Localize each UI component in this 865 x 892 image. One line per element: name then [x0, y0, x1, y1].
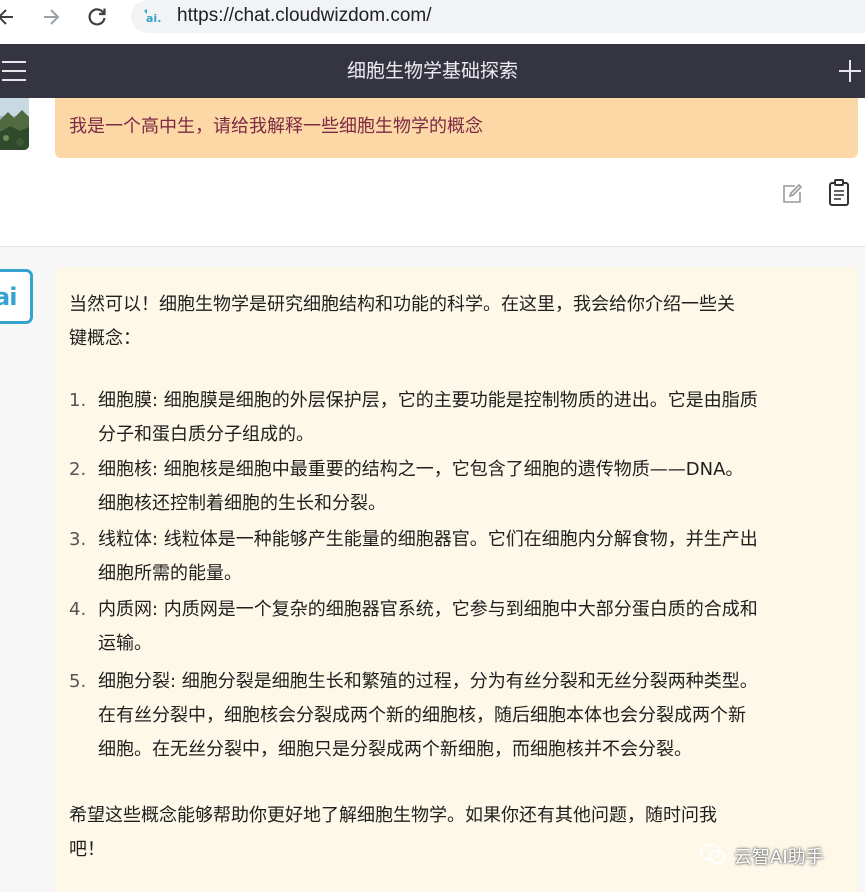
list-number: 3.	[69, 529, 87, 550]
svg-text:ai.: ai.	[146, 12, 161, 24]
list-item-line: 细胞核还控制着细胞的生长和分裂。	[98, 493, 386, 514]
list-item-line: 运输。	[98, 633, 152, 654]
list-item: 3. 线粒体: 线粒体是一种能够产生能量的细胞器官。它们在细胞内分解食物，并生产…	[69, 523, 849, 591]
list-item-line: 内质网: 内质网是一个复杂的细胞器官系统，它参与到细胞中大部分蛋白质的合成和	[98, 599, 758, 620]
assistant-message-bubble: 当然可以！细胞生物学是研究细胞结构和功能的科学。在这里，我会给你介绍一些关 键概…	[55, 267, 858, 892]
list-item: 5. 细胞分裂: 细胞分裂是细胞生长和繁殖的过程，分为有丝分裂和无丝分裂两种类型…	[69, 665, 849, 767]
list-number: 4.	[69, 599, 87, 620]
list-item-line: 细胞。在无丝分裂中，细胞只是分裂成两个新细胞，而细胞核并不会分裂。	[98, 739, 692, 760]
assistant-avatar: ai	[0, 269, 33, 324]
intro-line: 键概念：	[69, 328, 141, 349]
forward-icon[interactable]	[37, 3, 65, 31]
wechat-icon	[700, 843, 726, 870]
user-message-bubble: 我是一个高中生，请给我解释一些细胞生物学的概念	[55, 98, 858, 158]
list-number: 2.	[69, 459, 87, 480]
outro-line: 希望这些概念能够帮助你更好地了解细胞生物学。如果你还有其他问题，随时问我	[69, 805, 717, 826]
list-number: 1.	[69, 390, 87, 411]
address-bar[interactable]: ai. https://chat.cloudwizdom.com/	[131, 0, 865, 33]
chat-title: 细胞生物学基础探索	[346, 60, 518, 82]
list-item-line: 分子和蛋白质分子组成的。	[98, 424, 314, 445]
assistant-message-row: ai 当然可以！细胞生物学是研究细胞结构和功能的科学。在这里，我会给你介绍一些关…	[0, 247, 865, 892]
wechat-watermark: 云智AI助手	[700, 843, 824, 869]
assistant-intro: 当然可以！细胞生物学是研究细胞结构和功能的科学。在这里，我会给你介绍一些关 键概…	[69, 288, 849, 356]
url-text: https://chat.cloudwizdom.com/	[177, 5, 432, 26]
list-item-line: 线粒体: 线粒体是一种能够产生能量的细胞器官。它们在细胞内分解食物，并生产出	[98, 529, 758, 550]
edit-icon[interactable]	[781, 183, 803, 205]
list-item-line: 细胞核: 细胞核是细胞中最重要的结构之一，它包含了细胞的遗传物质——DNA。	[98, 459, 744, 480]
site-favicon-icon: ai.	[141, 6, 165, 26]
app-header: 细胞生物学基础探索	[0, 44, 865, 98]
copy-icon[interactable]	[828, 179, 852, 207]
browser-toolbar: ai. https://chat.cloudwizdom.com/	[0, 0, 865, 34]
new-chat-plus-icon[interactable]	[839, 60, 861, 82]
watermark-text: 云智AI助手	[734, 847, 824, 868]
list-item: 4. 内质网: 内质网是一个复杂的细胞器官系统，它参与到细胞中大部分蛋白质的合成…	[69, 593, 849, 661]
user-message-text: 我是一个高中生，请给我解释一些细胞生物学的概念	[69, 116, 483, 137]
list-item-line: 细胞分裂: 细胞分裂是细胞生长和繁殖的过程，分为有丝分裂和无丝分裂两种类型。	[98, 671, 758, 692]
user-avatar	[0, 98, 29, 150]
list-number: 5.	[69, 671, 87, 692]
list-item-line: 细胞膜: 细胞膜是细胞的外层保护层，它的主要功能是控制物质的进出。它是由脂质	[98, 390, 758, 411]
list-item-line: 在有丝分裂中，细胞核会分裂成两个新的细胞核，随后细胞本体也会分裂成两个新	[98, 705, 746, 726]
user-message-row: 我是一个高中生，请给我解释一些细胞生物学的概念	[0, 98, 865, 247]
back-icon[interactable]	[0, 3, 20, 31]
intro-line: 当然可以！细胞生物学是研究细胞结构和功能的科学。在这里，我会给你介绍一些关	[69, 294, 735, 315]
assistant-avatar-label: ai	[0, 282, 17, 311]
list-item-line: 细胞所需的能量。	[98, 563, 242, 584]
list-item: 2. 细胞核: 细胞核是细胞中最重要的结构之一，它包含了细胞的遗传物质——DNA…	[69, 453, 849, 521]
reload-icon[interactable]	[83, 3, 111, 31]
list-item: 1. 细胞膜: 细胞膜是细胞的外层保护层，它的主要功能是控制物质的进出。它是由脂…	[69, 384, 849, 452]
